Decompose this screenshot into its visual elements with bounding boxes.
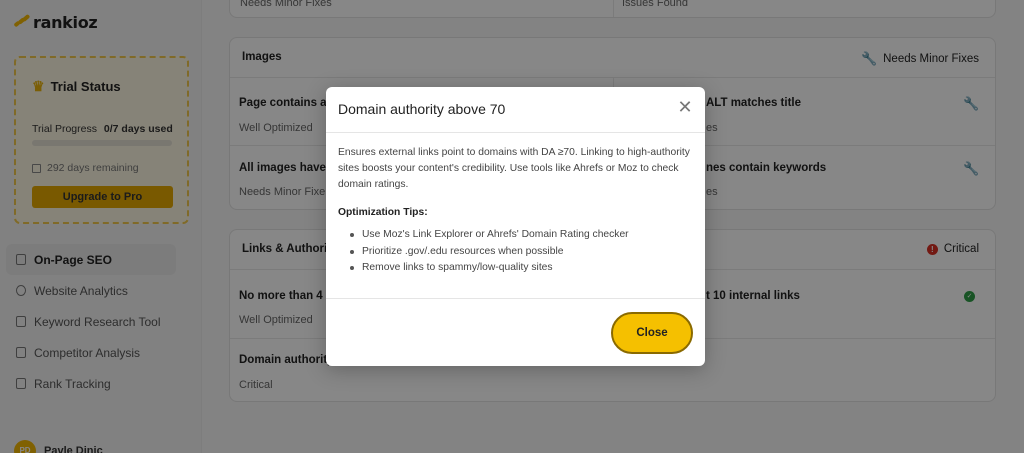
close-icon[interactable]: ✕ bbox=[677, 98, 693, 116]
modal-footer-divider bbox=[326, 298, 705, 299]
list-item: Prioritize .gov/.edu resources when poss… bbox=[348, 244, 629, 261]
modal-title: Domain authority above 70 bbox=[338, 101, 506, 117]
check-detail-modal: Domain authority above 70 ✕ Ensures exte… bbox=[326, 87, 705, 366]
close-button[interactable]: Close bbox=[611, 312, 693, 354]
tips-title: Optimization Tips: bbox=[338, 207, 428, 218]
modal-description: Ensures external links point to domains … bbox=[338, 147, 690, 190]
list-item: Use Moz's Link Explorer or Ahrefs' Domai… bbox=[348, 227, 629, 244]
list-item: Remove links to spammy/low-quality sites bbox=[348, 260, 629, 277]
modal-divider bbox=[326, 132, 705, 133]
tips-list: Use Moz's Link Explorer or Ahrefs' Domai… bbox=[348, 227, 629, 277]
